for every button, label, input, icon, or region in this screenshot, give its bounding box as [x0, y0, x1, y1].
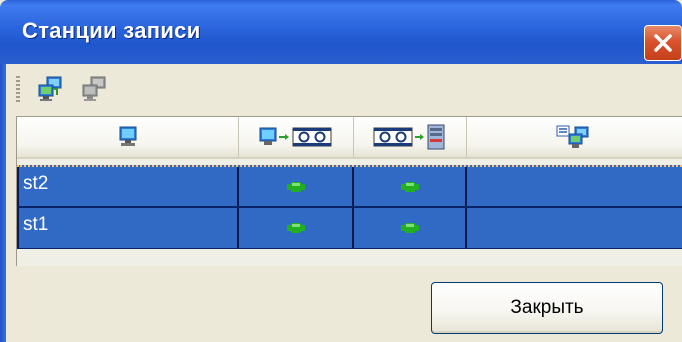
close-window-button[interactable] [644, 25, 682, 61]
network-stations-disabled-button[interactable] [78, 74, 110, 104]
table-body: st2 st1 [17, 117, 682, 266]
list-network-icon [556, 125, 588, 148]
column-header-tape-to-server[interactable] [354, 117, 467, 157]
table-row[interactable]: st1 [17, 207, 682, 249]
close-x-icon [654, 34, 672, 52]
stations-table: st2 st1 [16, 116, 682, 266]
toolbar [6, 64, 682, 116]
column-header-list-network[interactable] [467, 117, 682, 157]
green-connected-icon [286, 181, 305, 192]
title-bar[interactable]: Станции записи [0, 0, 682, 64]
tape-to-server-status-cell[interactable] [354, 208, 467, 248]
network-computers-icon [38, 76, 62, 101]
column-header-computer-to-tape[interactable] [239, 117, 354, 157]
table-row[interactable]: st2 [17, 165, 682, 207]
computer-to-tape-status-cell[interactable] [239, 208, 354, 248]
station-name-cell[interactable]: st2 [17, 167, 239, 206]
green-connected-icon [400, 181, 419, 192]
column-header-station[interactable] [17, 117, 239, 157]
toolbar-grip[interactable] [16, 76, 20, 102]
list-network-cell[interactable] [467, 167, 682, 206]
computer-to-tape-status-cell[interactable] [239, 167, 354, 206]
close-button[interactable]: Закрыть [431, 282, 663, 334]
table-header [17, 117, 682, 159]
green-connected-icon [286, 223, 305, 233]
window-title: Станции записи [22, 18, 201, 43]
list-network-cell[interactable] [467, 208, 682, 248]
network-computers-disabled-icon [82, 76, 106, 101]
station-name-cell[interactable]: st1 [17, 208, 239, 248]
computer-to-tape-icon [259, 127, 332, 147]
network-stations-button[interactable] [34, 74, 66, 104]
tape-to-server-icon [373, 124, 445, 150]
recording-stations-window: Станции записи st2 st1 Закрыть [0, 0, 682, 342]
computer-icon [119, 126, 136, 146]
green-connected-icon [400, 223, 419, 233]
tape-to-server-status-cell[interactable] [354, 167, 467, 206]
